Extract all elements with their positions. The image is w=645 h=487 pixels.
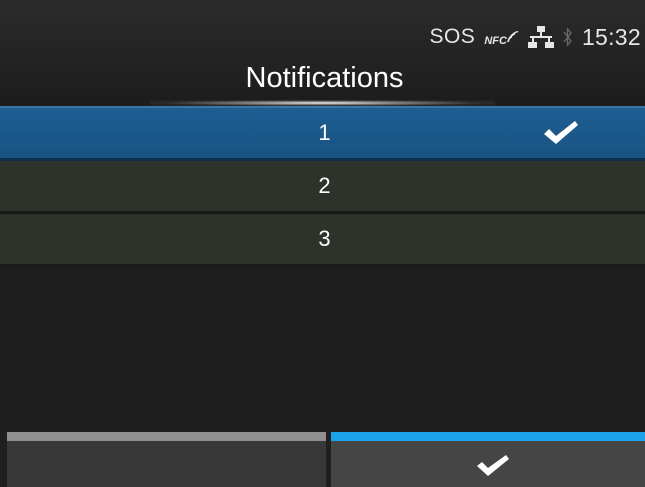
page-title: Notifications: [245, 62, 404, 94]
nfc-label: NFC: [484, 35, 507, 47]
checkmark-icon: [544, 121, 578, 144]
list-item-label: 2: [318, 173, 331, 198]
title-area: Notifications: [0, 58, 645, 106]
softkey-bar: [0, 432, 645, 487]
status-bar: SOS NFC 15:32: [429, 22, 641, 52]
clock-time: 15:32: [581, 23, 641, 50]
notifications-list: 1 2 3: [0, 106, 645, 267]
confirm-softkey[interactable]: [331, 432, 645, 487]
list-item-2[interactable]: 2: [0, 161, 645, 214]
list-item-label: 1: [318, 120, 331, 145]
back-softkey[interactable]: [7, 432, 326, 487]
sos-indicator: SOS: [429, 25, 476, 48]
bluetooth-icon: [563, 27, 572, 47]
nfc-signal-icon: [507, 31, 519, 43]
lan-network-icon: [527, 26, 554, 48]
checkmark-icon: [477, 455, 509, 476]
list-item-label: 3: [318, 226, 331, 251]
nfc-icon: NFC: [484, 31, 519, 47]
printer-screen: SOS NFC 15:32 Notifications 1 2 3: [0, 0, 645, 487]
list-item-1[interactable]: 1: [0, 106, 645, 161]
list-item-3[interactable]: 3: [0, 214, 645, 267]
